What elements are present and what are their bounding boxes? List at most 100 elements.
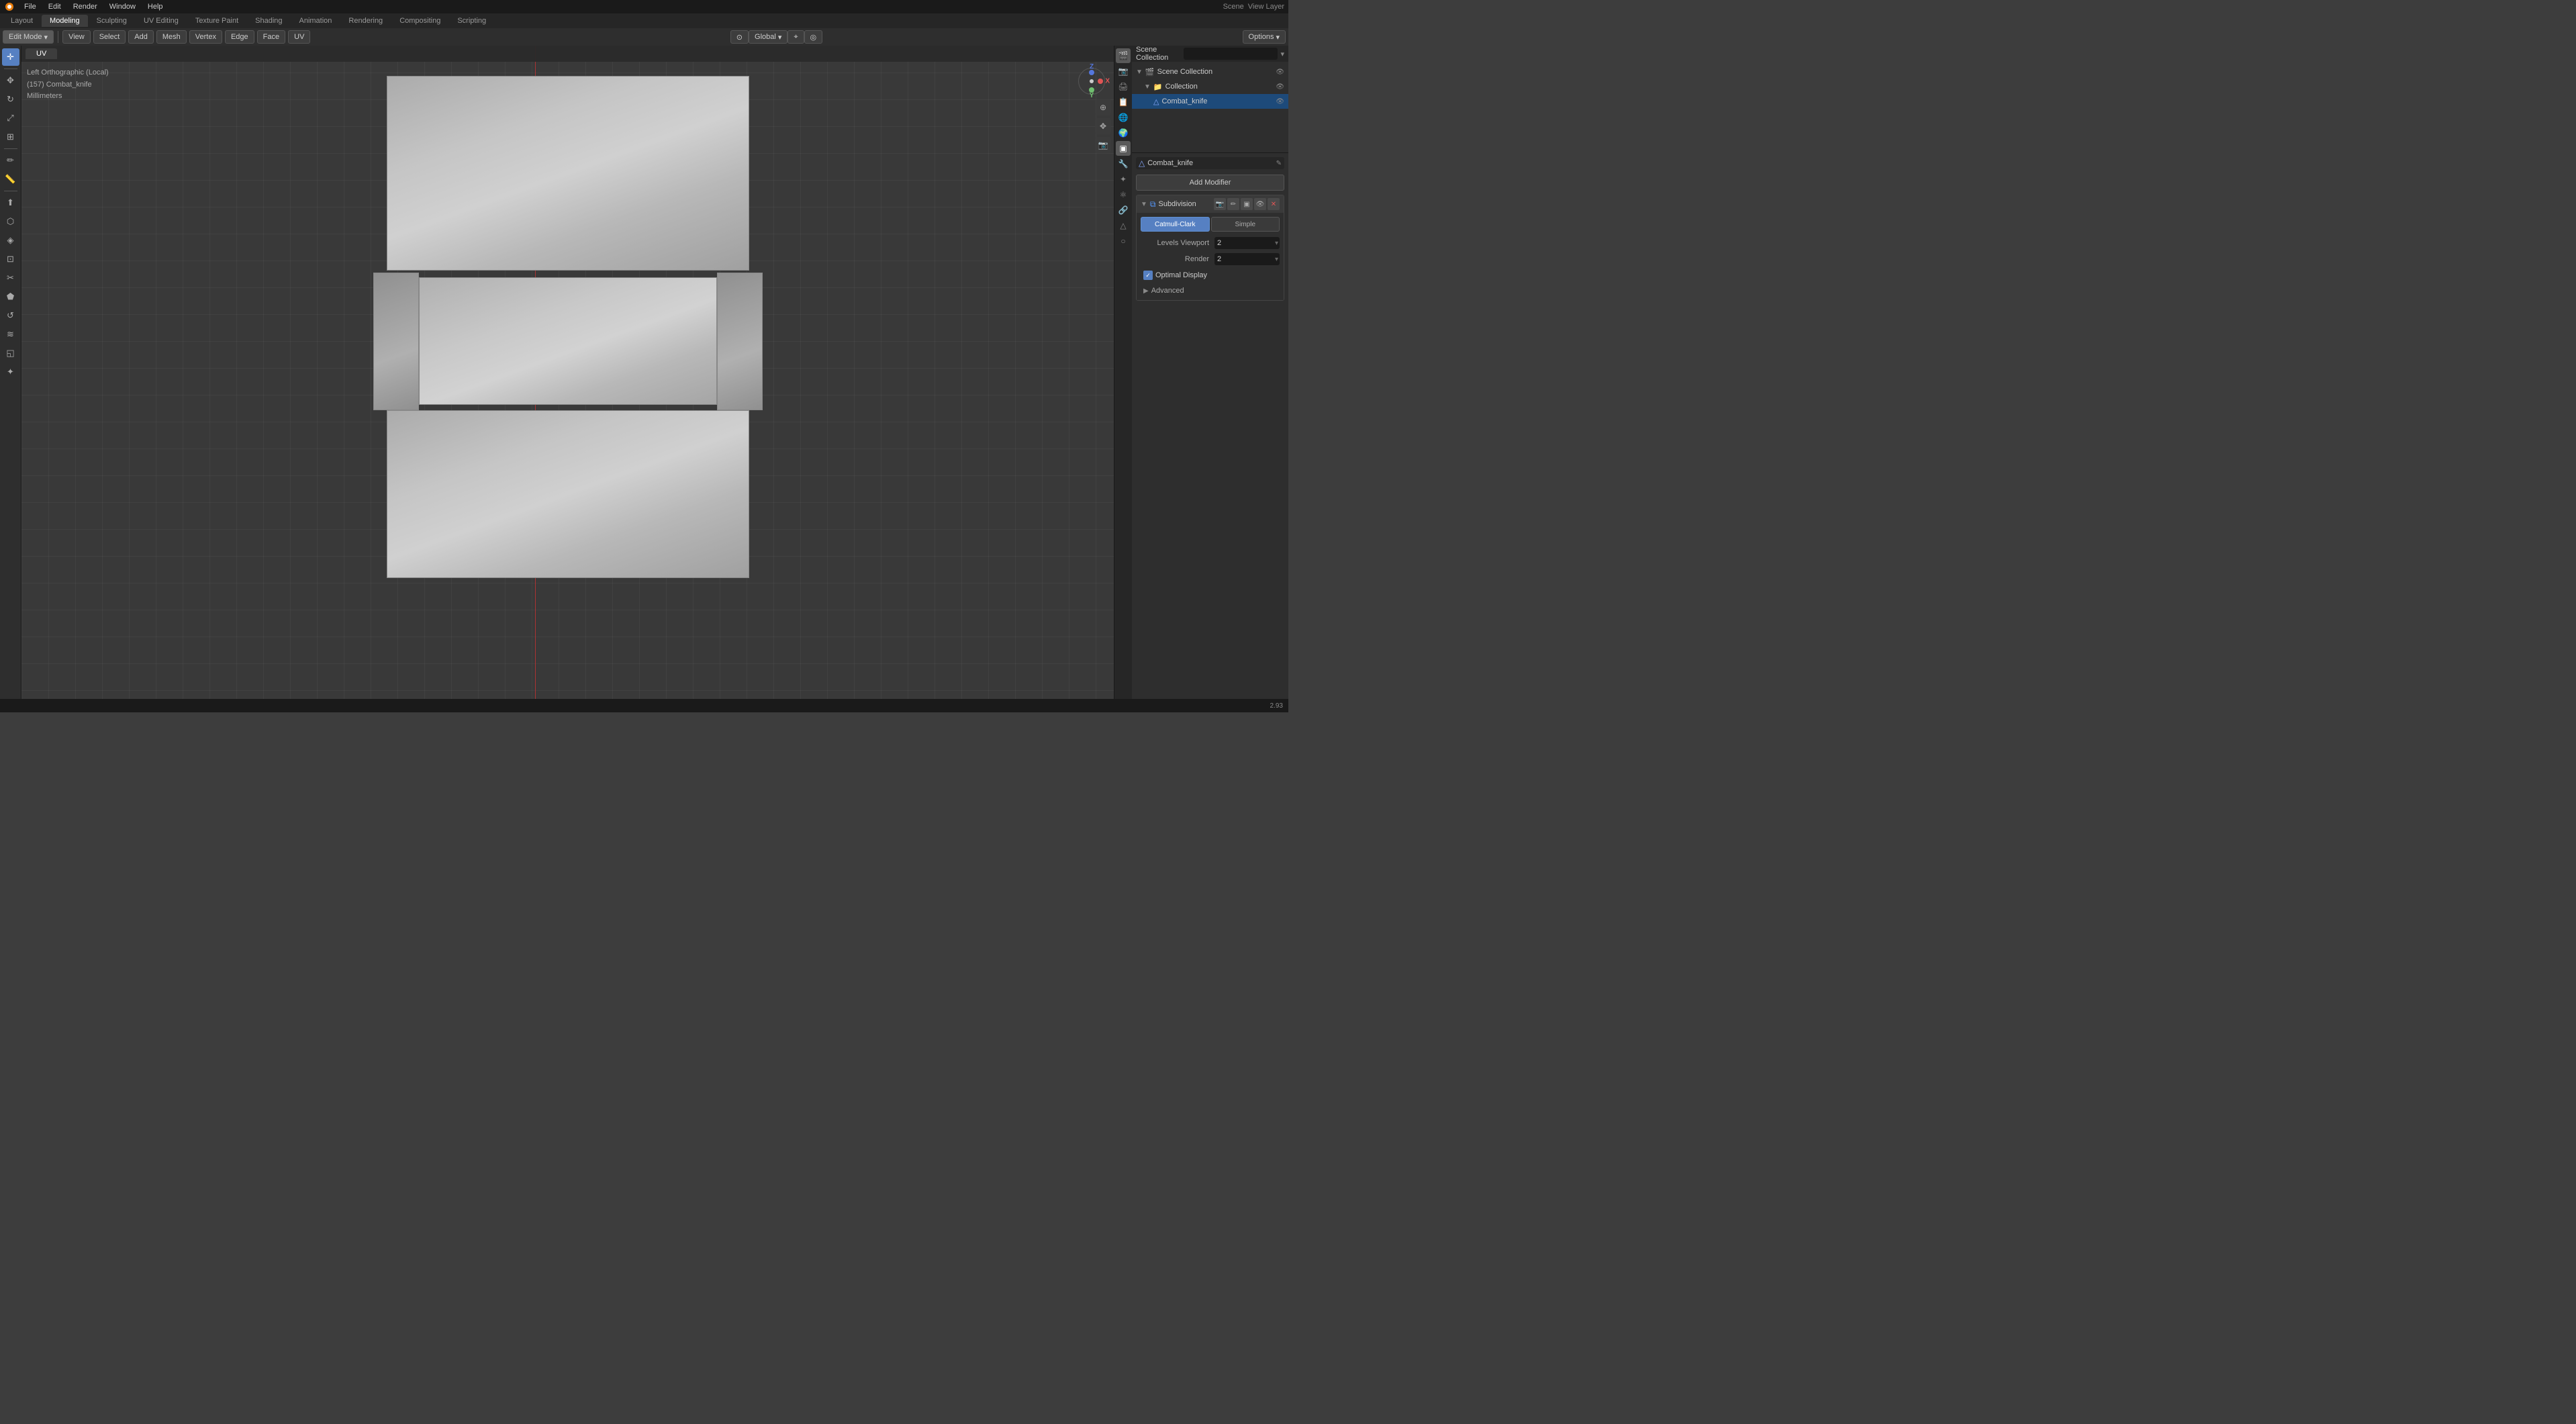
tool-scale[interactable]: ⤢ bbox=[2, 109, 19, 127]
props-icon-particles[interactable]: ✦ bbox=[1116, 172, 1131, 187]
tool-extrude[interactable]: ⬆ bbox=[2, 194, 19, 211]
render-value[interactable]: 2 ▾ bbox=[1214, 253, 1280, 265]
mod-ctrl-realtime[interactable]: 👁 bbox=[1254, 198, 1266, 210]
props-icon-object[interactable]: ▣ bbox=[1116, 141, 1131, 156]
outliner-item-scene-collection[interactable]: ▼ 🎬 Scene Collection 👁 bbox=[1132, 64, 1288, 79]
props-icon-scene2[interactable]: 🌐 bbox=[1116, 110, 1131, 125]
object-name-edit-icon[interactable]: ✎ bbox=[1276, 160, 1282, 167]
tab-uv-editing[interactable]: UV Editing bbox=[136, 15, 187, 27]
tab-animation[interactable]: Animation bbox=[291, 15, 340, 27]
tool-annotate[interactable]: ✏ bbox=[2, 152, 19, 169]
tool-transform[interactable]: ⊞ bbox=[2, 128, 19, 146]
mod-ctrl-render[interactable]: ▣ bbox=[1241, 198, 1253, 210]
menu-render[interactable]: Render bbox=[68, 1, 103, 12]
proportional-btn[interactable]: ◎ bbox=[804, 30, 823, 44]
tab-layout[interactable]: Layout bbox=[3, 15, 41, 27]
outliner-item-collection[interactable]: ▼ 📁 Collection 👁 bbox=[1132, 79, 1288, 94]
tool-smooth[interactable]: ≋ bbox=[2, 326, 19, 343]
mode-selector[interactable]: Edit Mode ▾ bbox=[3, 30, 54, 44]
mod-ctrl-edit[interactable]: ✏ bbox=[1227, 198, 1239, 210]
optimal-display-row: ✓ Optimal Display bbox=[1141, 268, 1280, 283]
global-space-btn[interactable]: Global ▾ bbox=[749, 30, 788, 44]
outliner-visibility-collection[interactable]: 👁 bbox=[1276, 83, 1284, 91]
view-menu-btn[interactable]: View bbox=[62, 30, 91, 44]
uv-menu-btn[interactable]: UV bbox=[288, 30, 310, 44]
edge-menu-btn[interactable]: Edge bbox=[225, 30, 254, 44]
advanced-toggle[interactable]: ▶ Advanced bbox=[1141, 285, 1280, 296]
tool-loop-cut[interactable]: ⊡ bbox=[2, 250, 19, 268]
mod-ctrl-delete[interactable]: ✕ bbox=[1268, 198, 1280, 210]
tab-sculpting[interactable]: Sculpting bbox=[89, 15, 135, 27]
tool-move[interactable]: ✥ bbox=[2, 72, 19, 89]
menu-window[interactable]: Window bbox=[104, 1, 141, 12]
right-panel-layout: 🎬 📷 🖨 📋 🌐 🌍 ▣ 🔧 ✦ ⚛ 🔗 △ ○ bbox=[1114, 46, 1288, 699]
viewport[interactable]: UV Left Orthographic (Local) (157) Comba… bbox=[21, 46, 1114, 699]
add-menu-btn[interactable]: Add bbox=[128, 30, 154, 44]
props-icon-world[interactable]: 🌍 bbox=[1116, 126, 1131, 140]
outliner-filter-icon[interactable]: ▾ bbox=[1280, 50, 1284, 58]
vp-camera-icon[interactable]: 📷 bbox=[1095, 137, 1111, 153]
tool-poly-build[interactable]: ⬟ bbox=[2, 288, 19, 305]
props-icon-scene[interactable]: 🎬 bbox=[1116, 48, 1131, 63]
tool-spin[interactable]: ↺ bbox=[2, 307, 19, 324]
mod-ctrl-camera[interactable]: 📷 bbox=[1214, 198, 1226, 210]
levels-viewport-row: Levels Viewport 2 ▾ bbox=[1141, 236, 1280, 250]
viewport-gizmo: X Y Z bbox=[1075, 64, 1108, 98]
levels-viewport-value[interactable]: 2 ▾ bbox=[1214, 237, 1280, 249]
options-btn[interactable]: Options ▾ bbox=[1243, 30, 1286, 44]
props-icon-constraints[interactable]: 🔗 bbox=[1116, 203, 1131, 218]
outliner-visibility-scene[interactable]: 👁 bbox=[1276, 68, 1284, 76]
right-panel: 🎬 📷 🖨 📋 🌐 🌍 ▣ 🔧 ✦ ⚛ 🔗 △ ○ bbox=[1114, 46, 1288, 699]
tool-measure[interactable]: 📏 bbox=[2, 171, 19, 188]
tool-knife[interactable]: ✂ bbox=[2, 269, 19, 287]
menu-file[interactable]: File bbox=[19, 1, 42, 12]
modifier-expand-icon[interactable]: ▼ bbox=[1141, 201, 1147, 208]
viewport-right-icons: ⊕ ✥ 📷 bbox=[1095, 99, 1111, 153]
tab-scripting[interactable]: Scripting bbox=[449, 15, 494, 27]
options-label: Options bbox=[1249, 33, 1274, 41]
uv-tab[interactable]: UV bbox=[26, 48, 57, 59]
blender-logo bbox=[4, 1, 15, 12]
optimal-display-checkbox[interactable]: ✓ bbox=[1143, 271, 1153, 280]
menu-edit[interactable]: Edit bbox=[43, 1, 66, 12]
outliner-search[interactable] bbox=[1184, 48, 1278, 60]
mode-dropdown-icon: ▾ bbox=[44, 33, 48, 42]
tool-inset[interactable]: ⬡ bbox=[2, 213, 19, 230]
tool-shear[interactable]: ◱ bbox=[2, 344, 19, 362]
tab-rendering[interactable]: Rendering bbox=[340, 15, 391, 27]
pivot-center-btn[interactable]: ⊙ bbox=[730, 30, 749, 44]
tool-bevel[interactable]: ◈ bbox=[2, 232, 19, 249]
face-menu-btn[interactable]: Face bbox=[257, 30, 285, 44]
outliner-visibility-knife[interactable]: 👁 bbox=[1276, 98, 1284, 105]
tab-texture-paint[interactable]: Texture Paint bbox=[187, 15, 246, 27]
vp-zoom-icon[interactable]: ⊕ bbox=[1095, 99, 1111, 115]
props-icon-material[interactable]: ○ bbox=[1116, 234, 1131, 248]
props-icon-modifier[interactable]: 🔧 bbox=[1116, 156, 1131, 171]
tab-modeling[interactable]: Modeling bbox=[42, 15, 88, 27]
props-icon-data[interactable]: △ bbox=[1116, 218, 1131, 233]
tab-shading[interactable]: Shading bbox=[247, 15, 290, 27]
gizmo-z-label: Z bbox=[1090, 63, 1094, 70]
vp-pan-icon[interactable]: ✥ bbox=[1095, 118, 1111, 134]
render-value-arrow: ▾ bbox=[1275, 256, 1278, 263]
uv-block-mid-right bbox=[717, 273, 763, 410]
snap-btn[interactable]: ⌖ bbox=[788, 30, 804, 44]
catmull-clark-btn[interactable]: Catmull-Clark bbox=[1141, 217, 1210, 232]
props-icon-output[interactable]: 🖨 bbox=[1116, 79, 1131, 94]
add-modifier-button[interactable]: Add Modifier bbox=[1136, 175, 1284, 191]
props-icon-view-layer[interactable]: 📋 bbox=[1116, 95, 1131, 109]
simple-btn[interactable]: Simple bbox=[1211, 217, 1280, 232]
tool-cursor[interactable]: ✛ bbox=[2, 48, 19, 66]
props-icon-render[interactable]: 📷 bbox=[1116, 64, 1131, 79]
tool-rip[interactable]: ✦ bbox=[2, 363, 19, 381]
outliner-item-combat-knife[interactable]: △ Combat_knife 👁 bbox=[1132, 94, 1288, 109]
modifier-body: Catmull-Clark Simple Levels Viewport 2 ▾ bbox=[1137, 213, 1284, 300]
tab-compositing[interactable]: Compositing bbox=[391, 15, 448, 27]
menu-help[interactable]: Help bbox=[142, 1, 169, 12]
modifier-type-icon: ⧉ bbox=[1150, 199, 1156, 209]
props-icon-physics[interactable]: ⚛ bbox=[1116, 187, 1131, 202]
tool-rotate[interactable]: ↻ bbox=[2, 91, 19, 108]
mesh-menu-btn[interactable]: Mesh bbox=[156, 30, 187, 44]
vertex-menu-btn[interactable]: Vertex bbox=[189, 30, 222, 44]
select-menu-btn[interactable]: Select bbox=[93, 30, 126, 44]
